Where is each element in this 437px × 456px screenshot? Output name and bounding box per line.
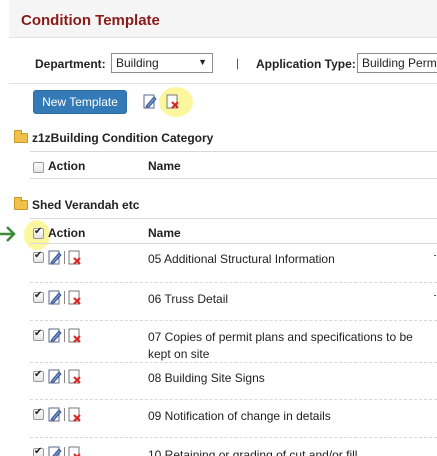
application-type-select-value: Building Perm: [362, 56, 437, 70]
action-separator: [64, 329, 65, 342]
divider: [30, 399, 437, 400]
action-separator: [64, 291, 65, 304]
template-name: 10 Retaining or grading of cut and/or fi…: [148, 448, 358, 456]
department-label: Department:: [35, 57, 106, 71]
delete-icon[interactable]: [68, 328, 82, 343]
divider: [30, 218, 437, 219]
row-checkbox[interactable]: [33, 446, 44, 456]
overflow-marker: [434, 255, 436, 256]
row-checkbox[interactable]: [33, 290, 44, 303]
select-all-checkbox[interactable]: [33, 162, 44, 173]
row-checkbox[interactable]: [33, 250, 44, 263]
table-row[interactable]: 05 Additional Structural Information: [33, 250, 437, 280]
department-select[interactable]: Building ▼: [111, 53, 213, 73]
filter-bar: Department: Building ▼ | Application Typ…: [0, 52, 437, 76]
edit-icon[interactable]: [143, 94, 157, 109]
template-name: 06 Truss Detail: [148, 292, 229, 306]
category-name: z1zBuilding Condition Category: [32, 131, 214, 145]
chevron-down-icon: ▼: [198, 57, 207, 67]
name-column-header: Name: [148, 226, 181, 240]
application-type-select[interactable]: Building Perm: [357, 53, 437, 73]
row-checkbox[interactable]: [33, 369, 44, 382]
divider: [30, 243, 437, 244]
table-row[interactable]: 06 Truss Detail: [33, 290, 437, 320]
overflow-marker: [434, 295, 436, 296]
edit-icon[interactable]: [48, 328, 62, 343]
divider: [30, 151, 437, 152]
template-name: 07 Copies of permit plans and specificat…: [148, 330, 413, 361]
row-checkbox[interactable]: [33, 407, 44, 420]
action-separator: [64, 408, 65, 421]
edit-icon[interactable]: [48, 446, 62, 456]
folder-icon: [14, 197, 28, 210]
folder-icon: [14, 130, 28, 143]
delete-icon[interactable]: [68, 369, 82, 384]
annotation-arrow-icon: [0, 226, 16, 242]
template-name: 08 Building Site Signs: [148, 371, 265, 385]
select-all-checkbox[interactable]: [33, 226, 44, 239]
delete-icon[interactable]: [68, 250, 82, 265]
divider: [30, 178, 437, 179]
action-separator: [64, 370, 65, 383]
table-row[interactable]: 07 Copies of permit plans and specificat…: [33, 328, 437, 362]
edit-icon[interactable]: [48, 369, 62, 384]
page-title: Condition Template: [21, 12, 160, 29]
category-name: Shed Verandah etc: [32, 198, 140, 212]
delete-icon[interactable]: [68, 290, 82, 305]
action-column-header: Action: [48, 226, 86, 240]
template-name: 09 Notification of change in details: [148, 409, 331, 423]
divider: [30, 282, 437, 283]
divider: [30, 437, 437, 438]
filters-divider: [9, 83, 437, 84]
action-column-header: Action: [48, 159, 86, 173]
table-row[interactable]: 10 Retaining or grading of cut and/or fi…: [33, 446, 437, 456]
department-select-value: Building: [116, 56, 159, 70]
table-row[interactable]: 09 Notification of change in details: [33, 407, 437, 437]
edit-icon[interactable]: [48, 290, 62, 305]
delete-icon[interactable]: [68, 407, 82, 422]
table-row[interactable]: 08 Building Site Signs: [33, 369, 437, 399]
delete-icon[interactable]: [166, 94, 180, 109]
filter-separator: |: [236, 56, 240, 70]
action-separator: [64, 251, 65, 264]
divider: [30, 320, 437, 321]
row-checkbox[interactable]: [33, 328, 44, 341]
new-template-button[interactable]: New Template: [33, 90, 127, 114]
template-name: 05 Additional Structural Information: [148, 252, 335, 266]
divider: [30, 362, 437, 363]
name-column-header: Name: [148, 159, 181, 173]
delete-icon[interactable]: [68, 446, 82, 456]
edit-icon[interactable]: [48, 250, 62, 265]
application-type-label: Application Type:: [256, 57, 356, 71]
action-separator: [64, 447, 65, 456]
edit-icon[interactable]: [48, 407, 62, 422]
